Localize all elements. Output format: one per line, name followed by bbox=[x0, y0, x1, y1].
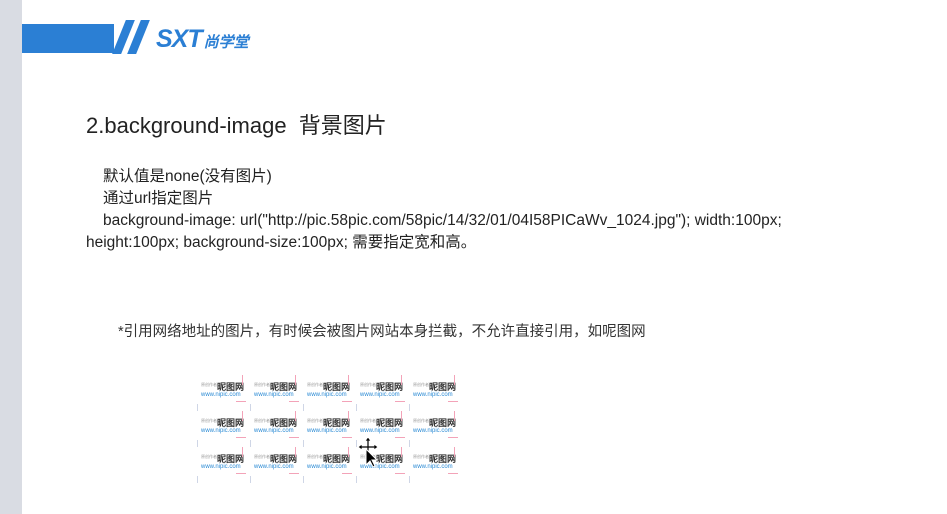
watermark-mark bbox=[289, 401, 299, 402]
watermark-mark bbox=[454, 375, 455, 385]
watermark-tile: 原创作者：昵图网www.nipic.com bbox=[408, 447, 461, 483]
watermark-mark bbox=[348, 375, 349, 385]
watermark-tile: 原创作者：昵图网www.nipic.com bbox=[196, 375, 249, 411]
watermark-tile: 原创作者：昵图网www.nipic.com bbox=[249, 375, 302, 411]
body-line: height:100px; background-size:100px; 需要指… bbox=[86, 234, 477, 251]
watermark-tile: 原创作者：昵图网www.nipic.com bbox=[355, 375, 408, 411]
watermark-tile: 原创作者：昵图网www.nipic.com bbox=[408, 411, 461, 447]
watermark-tile: 原创作者：昵图网www.nipic.com bbox=[196, 447, 249, 483]
slide: SXT 尚学堂 2.background-image 背景图片 默认值是none… bbox=[22, 0, 947, 514]
watermark-mark bbox=[250, 476, 251, 483]
watermark-url: www.nipic.com bbox=[254, 464, 294, 470]
watermark-url: www.nipic.com bbox=[413, 392, 453, 398]
watermark-mark bbox=[454, 411, 455, 421]
watermark-mark bbox=[401, 447, 402, 457]
watermark-url: www.nipic.com bbox=[254, 428, 294, 434]
watermark-tile: 原创作者：昵图网www.nipic.com bbox=[249, 447, 302, 483]
watermark-mark bbox=[197, 440, 198, 447]
watermark-mark bbox=[348, 447, 349, 457]
watermark-mark bbox=[295, 411, 296, 421]
watermark-mark bbox=[303, 404, 304, 411]
watermark-mark bbox=[289, 473, 299, 474]
watermark-mark bbox=[342, 401, 352, 402]
watermark-mark bbox=[242, 447, 243, 457]
body-line: background-image: url("http://pic.58pic.… bbox=[103, 212, 782, 229]
watermark-mark bbox=[448, 401, 458, 402]
body-line: 通过url指定图片 bbox=[103, 190, 214, 207]
watermark-url: www.nipic.com bbox=[413, 428, 453, 434]
watermark-mark bbox=[242, 411, 243, 421]
watermark-mark bbox=[356, 440, 357, 447]
watermark-tile: 原创作者：昵图网www.nipic.com bbox=[249, 411, 302, 447]
watermark-mark bbox=[197, 404, 198, 411]
watermark-tile: 原创作者：昵图网www.nipic.com bbox=[302, 375, 355, 411]
watermark-mark bbox=[395, 473, 405, 474]
watermark-mark bbox=[401, 411, 402, 421]
watermark-tile: 原创作者：昵图网www.nipic.com bbox=[408, 375, 461, 411]
watermark-mark bbox=[236, 437, 246, 438]
move-cursor-icon bbox=[358, 437, 379, 467]
watermark-url: www.nipic.com bbox=[360, 428, 400, 434]
watermark-url: www.nipic.com bbox=[254, 392, 294, 398]
watermark-image: 原创作者： 昵图网 www.nipic.com 原创作者： 昵图网 www.nipic.c… bbox=[192, 373, 468, 485]
watermark-mark bbox=[356, 476, 357, 483]
watermark-mark bbox=[242, 375, 243, 385]
slide-note: *引用网络地址的图片，有时候会被图片网站本身拦截，不允许直接引用，如呢图网 bbox=[118, 324, 646, 340]
watermark-mark bbox=[448, 473, 458, 474]
watermark-url: www.nipic.com bbox=[360, 392, 400, 398]
watermark-mark bbox=[295, 375, 296, 385]
watermark-mark bbox=[356, 404, 357, 411]
watermark-mark bbox=[295, 447, 296, 457]
watermark-mark bbox=[409, 440, 410, 447]
watermark-mark bbox=[395, 401, 405, 402]
logo-text-en: SXT bbox=[156, 24, 203, 53]
watermark-mark bbox=[303, 440, 304, 447]
slide-body: 默认值是none(没有图片) 通过url指定图片 background-imag… bbox=[86, 166, 938, 254]
body-line: 默认值是none(没有图片) bbox=[103, 168, 272, 185]
watermark-mark bbox=[348, 411, 349, 421]
watermark-mark bbox=[236, 401, 246, 402]
watermark-mark bbox=[250, 440, 251, 447]
watermark-mark bbox=[409, 476, 410, 483]
slide-title: 2.background-image 背景图片 bbox=[86, 113, 387, 138]
watermark-url: www.nipic.com bbox=[201, 392, 241, 398]
watermark-url: www.nipic.com bbox=[307, 428, 347, 434]
watermark-mark bbox=[409, 404, 410, 411]
logo-text-cn: 尚学堂 bbox=[203, 32, 249, 51]
watermark-url: www.nipic.com bbox=[201, 428, 241, 434]
watermark-url: www.nipic.com bbox=[307, 464, 347, 470]
logo: SXT 尚学堂 bbox=[156, 25, 249, 53]
watermark-mark bbox=[454, 447, 455, 457]
watermark-tile: 原创作者：昵图网www.nipic.com bbox=[302, 447, 355, 483]
watermark-tile: 原创作者：昵图网www.nipic.com bbox=[196, 411, 249, 447]
watermark-url: www.nipic.com bbox=[201, 464, 241, 470]
watermark-mark bbox=[197, 476, 198, 483]
left-gutter bbox=[0, 0, 22, 514]
watermark-mark bbox=[303, 476, 304, 483]
watermark-mark bbox=[342, 437, 352, 438]
watermark-mark bbox=[236, 473, 246, 474]
watermark-mark bbox=[448, 437, 458, 438]
watermark-mark bbox=[250, 404, 251, 411]
watermark-mark bbox=[289, 437, 299, 438]
watermark-mark bbox=[395, 437, 405, 438]
watermark-tile: 原创作者：昵图网www.nipic.com bbox=[302, 411, 355, 447]
watermark-url: www.nipic.com bbox=[307, 392, 347, 398]
watermark-mark bbox=[342, 473, 352, 474]
watermark-url: www.nipic.com bbox=[413, 464, 453, 470]
header-bar bbox=[22, 24, 114, 53]
watermark-mark bbox=[401, 375, 402, 385]
